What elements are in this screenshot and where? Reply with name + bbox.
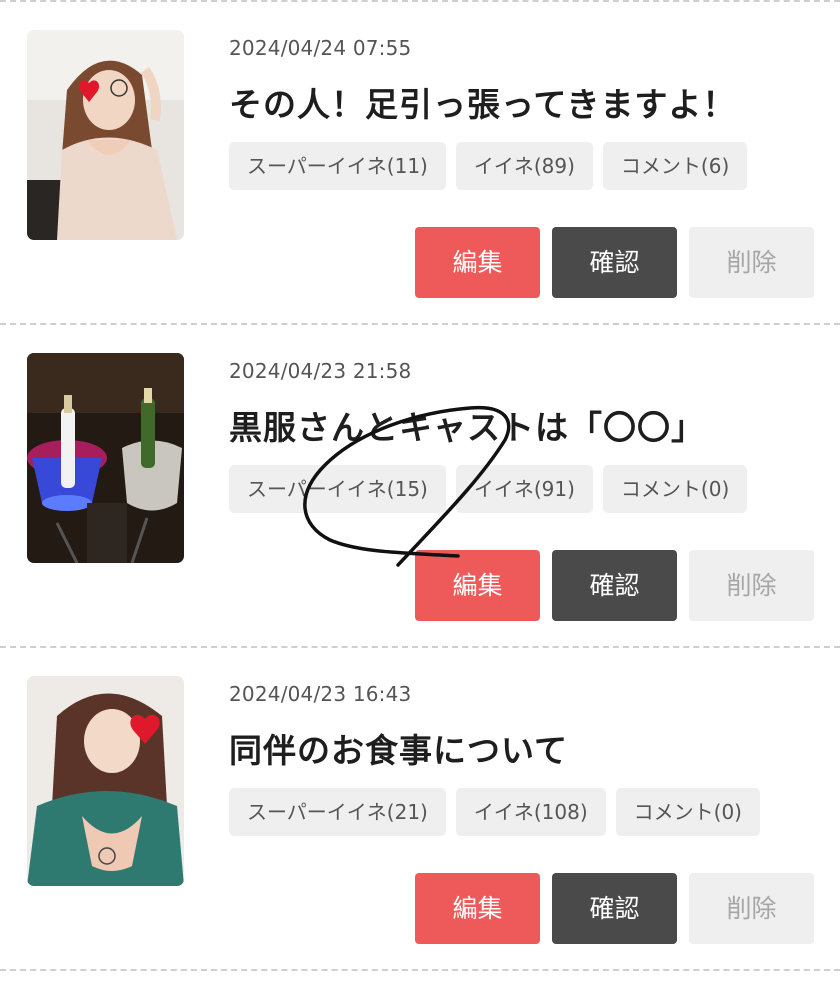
post-date: 2024/04/24 07:55 <box>229 36 412 60</box>
post-thumbnail-woman-photo[interactable] <box>27 30 184 240</box>
like-count-chip[interactable]: イイネ(89) <box>455 142 593 190</box>
comment-count-chip[interactable]: コメント(6) <box>602 142 748 190</box>
delete-button[interactable]: 削除 <box>689 550 814 621</box>
post-item: 2024/04/23 16:43 同伴のお食事について スーパーイイネ(21) … <box>0 648 840 971</box>
edit-button[interactable]: 編集 <box>415 550 540 621</box>
post-actions: 編集 確認 削除 <box>415 550 814 621</box>
delete-button[interactable]: 削除 <box>689 873 814 944</box>
post-title[interactable]: 黒服さんとキャストは「〇〇」 <box>229 401 705 449</box>
like-count-chip[interactable]: イイネ(108) <box>455 788 606 836</box>
confirm-button[interactable]: 確認 <box>552 227 677 298</box>
comment-count-chip[interactable]: コメント(0) <box>602 465 748 513</box>
post-thumbnail-champagne-photo[interactable] <box>27 353 184 563</box>
post-date: 2024/04/23 16:43 <box>229 682 412 706</box>
confirm-button[interactable]: 確認 <box>552 873 677 944</box>
post-title[interactable]: 同伴のお食事について <box>229 724 568 772</box>
post-actions: 編集 確認 削除 <box>415 873 814 944</box>
comment-count-chip[interactable]: コメント(0) <box>615 788 760 836</box>
post-item: 2024/04/24 07:55 その人！足引っ張ってきますよ！ スーパーイイネ… <box>0 2 840 325</box>
post-title[interactable]: その人！足引っ張ってきますよ！ <box>229 78 736 126</box>
post-actions: 編集 確認 削除 <box>415 227 814 298</box>
super-like-count-chip[interactable]: スーパーイイネ(21) <box>229 788 446 836</box>
edit-button[interactable]: 編集 <box>415 227 540 298</box>
post-reaction-counts: スーパーイイネ(21) イイネ(108) コメント(0) <box>229 788 760 836</box>
like-count-chip[interactable]: イイネ(91) <box>455 465 593 513</box>
post-date: 2024/04/23 21:58 <box>229 359 412 383</box>
post-thumbnail-woman-photo[interactable] <box>27 676 184 886</box>
confirm-button[interactable]: 確認 <box>552 550 677 621</box>
super-like-count-chip[interactable]: スーパーイイネ(11) <box>229 142 446 190</box>
super-like-count-chip[interactable]: スーパーイイネ(15) <box>229 465 446 513</box>
post-item: 2024/04/23 21:58 黒服さんとキャストは「〇〇」 スーパーイイネ(… <box>0 325 840 648</box>
delete-button[interactable]: 削除 <box>689 227 814 298</box>
edit-button[interactable]: 編集 <box>415 873 540 944</box>
post-reaction-counts: スーパーイイネ(15) イイネ(91) コメント(0) <box>229 465 748 513</box>
post-reaction-counts: スーパーイイネ(11) イイネ(89) コメント(6) <box>229 142 748 190</box>
